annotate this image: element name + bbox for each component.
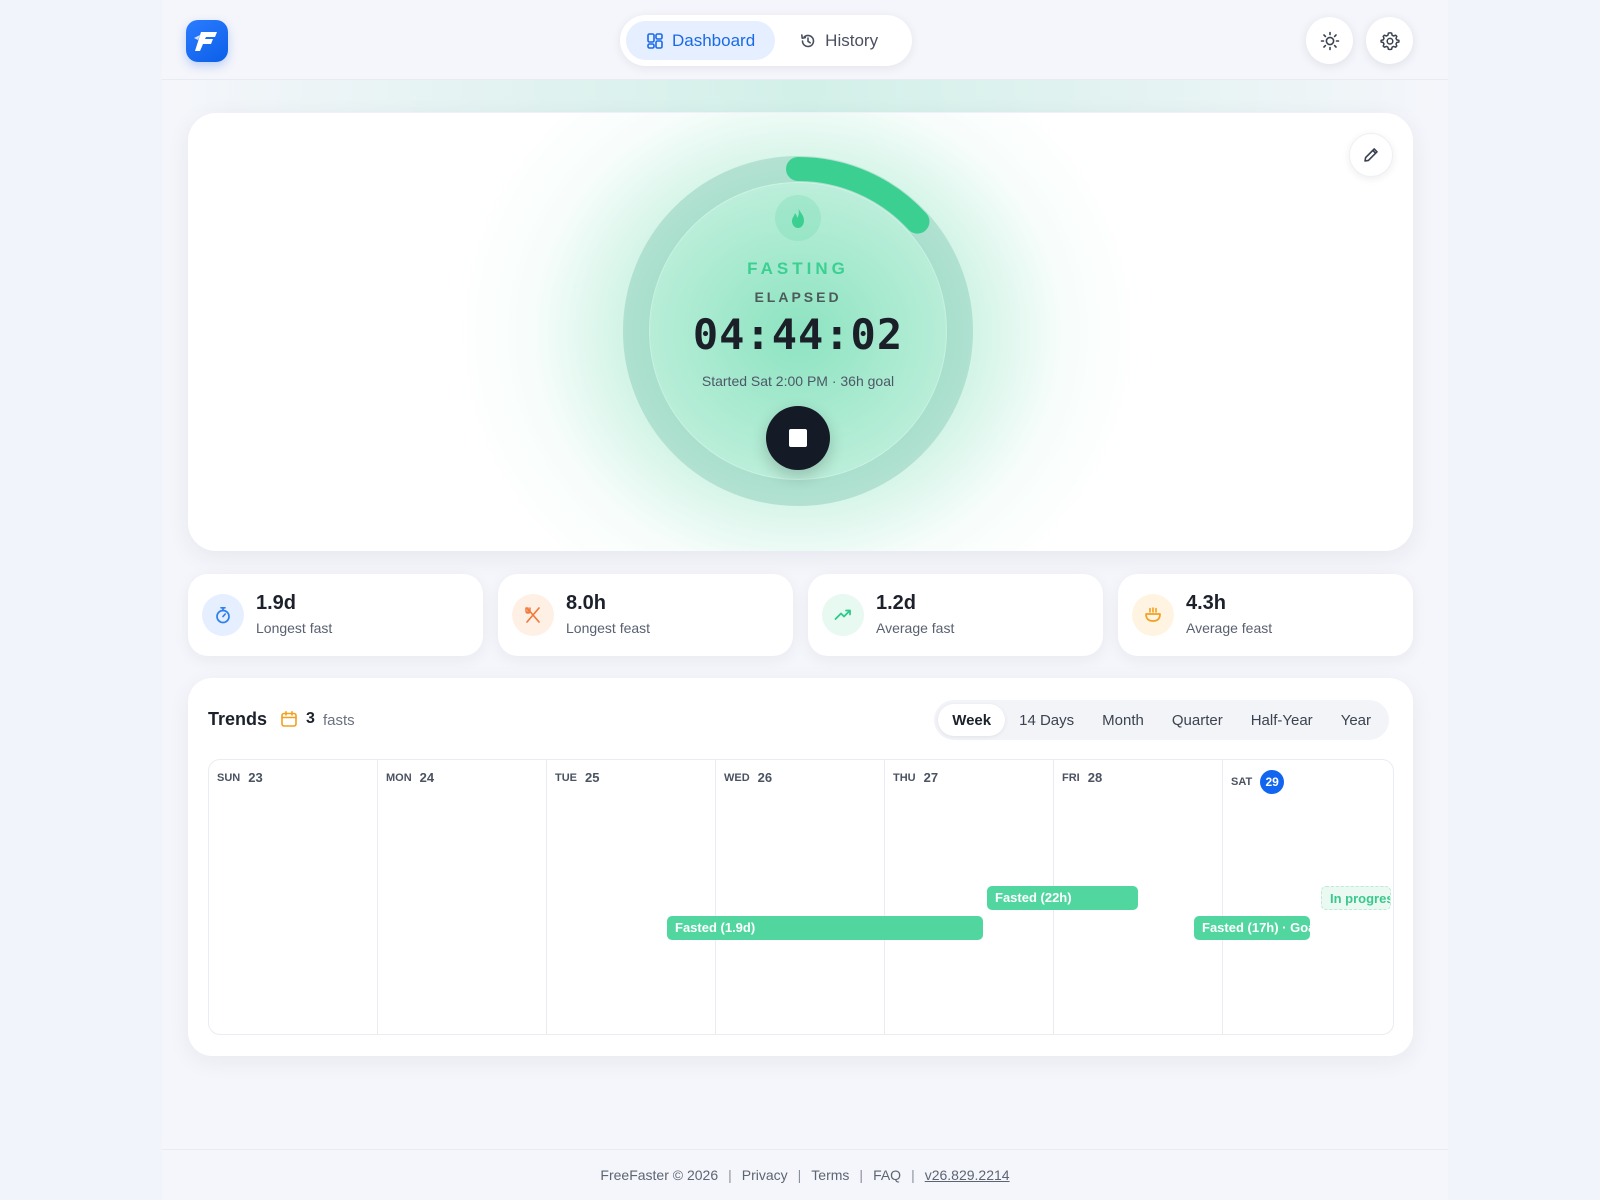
day-name: SUN (217, 771, 241, 784)
day-number: 28 (1087, 770, 1103, 785)
stopwatch-icon (202, 594, 244, 636)
header-accent-stripe (162, 80, 1448, 112)
pencil-icon (1364, 148, 1378, 162)
gear-icon (1379, 31, 1400, 50)
day-column: SUN 23 (209, 760, 378, 1034)
fast-bar[interactable]: Fasted (17h) · Goal (1194, 916, 1310, 940)
footer-separator: | (797, 1167, 802, 1183)
stat-label: Longest fast (256, 620, 333, 636)
stat-card-average-feast: 4.3h Average feast (1118, 574, 1413, 656)
stat-value: 8.0h (566, 592, 607, 614)
day-column: MON 24 (378, 760, 547, 1034)
stat-label: Average fast (876, 620, 955, 636)
range-week[interactable]: Week (938, 704, 1006, 736)
tab-dashboard[interactable]: Dashboard (626, 21, 776, 60)
day-name: SAT (1231, 776, 1253, 788)
stat-card-longest-fast: 1.9d Longest fast (188, 574, 483, 656)
day-name: TUE (555, 771, 577, 784)
footer-separator: | (859, 1167, 864, 1183)
day-number: 24 (419, 770, 435, 785)
settings-button[interactable] (1366, 17, 1413, 64)
faq-link[interactable]: FAQ (873, 1167, 901, 1183)
range-14-days[interactable]: 14 Days (1005, 704, 1088, 736)
range-selector: Week 14 Days Month Quarter Half-Year Yea… (934, 700, 1389, 740)
fast-bar[interactable]: Fasted (1.9d) (667, 916, 983, 940)
stat-card-longest-feast: 8.0h Longest feast (498, 574, 793, 656)
trend-up-icon (822, 594, 864, 636)
theme-toggle-button[interactable] (1306, 17, 1353, 64)
tab-dashboard-label: Dashboard (672, 30, 756, 50)
fast-bar-in-progress[interactable]: In progress (1321, 886, 1391, 910)
range-quarter[interactable]: Quarter (1158, 704, 1237, 736)
bowl-icon (1132, 594, 1174, 636)
sun-icon (1320, 31, 1339, 50)
fast-count-unit: fasts (323, 712, 355, 729)
day-number: 23 (248, 770, 263, 785)
stat-value: 4.3h (1186, 592, 1227, 614)
stat-label: Average feast (1186, 620, 1273, 636)
app-logo[interactable] (186, 20, 228, 62)
day-number: 27 (923, 770, 939, 785)
tab-history[interactable]: History (779, 21, 898, 60)
dashboard-icon (647, 32, 663, 49)
day-name: WED (724, 771, 750, 784)
trends-title: Trends (208, 709, 268, 729)
day-name: THU (893, 771, 916, 784)
bolt-f-logo-icon (194, 32, 217, 51)
day-name: MON (386, 771, 412, 784)
footer: FreeFaster © 2026 | Privacy | Terms | FA… (162, 1149, 1448, 1200)
range-month[interactable]: Month (1088, 704, 1158, 736)
day-column: TUE 25 (547, 760, 716, 1034)
day-number-today: 29 (1260, 770, 1285, 794)
fasting-status: FASTING (747, 259, 849, 278)
week-timeline: SUN 23 MON 24 TUE 25 WED 26 THU 27 FRI 28 SAT 2… (208, 759, 1394, 1035)
stat-label: Longest feast (566, 620, 651, 636)
version-link[interactable]: v26.829.2214 (925, 1167, 1010, 1183)
copyright: FreeFaster © 2026 (600, 1167, 719, 1183)
footer-separator: | (911, 1167, 915, 1183)
trends-card: Trends 3 fasts Week 14 Days Month Quarte… (188, 678, 1413, 1056)
range-half-year[interactable]: Half-Year (1237, 704, 1327, 736)
history-icon (801, 33, 815, 47)
day-number: 25 (585, 770, 600, 785)
main-nav: Dashboard History (620, 15, 912, 66)
day-name: FRI (1062, 771, 1080, 784)
utensils-crossed-icon (512, 594, 554, 636)
stop-icon (789, 429, 807, 447)
elapsed-time: 04:44:02 (692, 310, 904, 359)
flame-badge (775, 195, 821, 241)
privacy-link[interactable]: Privacy (742, 1167, 788, 1183)
edit-fast-button[interactable] (1349, 133, 1393, 177)
start-info: Started Sat 2:00 PM · 36h goal (701, 373, 895, 389)
calendar-icon (281, 711, 297, 727)
fasting-timer-card: FASTING ELAPSED 04:44:02 Started Sat 2:0… (188, 113, 1413, 551)
fast-count: 3 (306, 710, 315, 727)
stat-value: 1.2d (876, 592, 917, 614)
day-number: 26 (757, 770, 773, 785)
stat-card-average-fast: 1.2d Average fast (808, 574, 1103, 656)
footer-separator: | (728, 1167, 732, 1183)
top-bar: Dashboard History (162, 0, 1448, 80)
stop-fast-button[interactable] (766, 406, 830, 470)
terms-link[interactable]: Terms (811, 1167, 849, 1183)
fast-bar[interactable]: Fasted (22h) (987, 886, 1138, 910)
tab-history-label: History (825, 30, 879, 50)
stat-value: 1.9d (256, 592, 297, 614)
day-column: WED 26 (716, 760, 885, 1034)
flame-icon (792, 207, 804, 228)
app-shell: Dashboard History FASTING ELAPSED 04:44:… (162, 0, 1448, 1200)
range-year[interactable]: Year (1327, 704, 1385, 736)
elapsed-label: ELAPSED (754, 289, 842, 305)
